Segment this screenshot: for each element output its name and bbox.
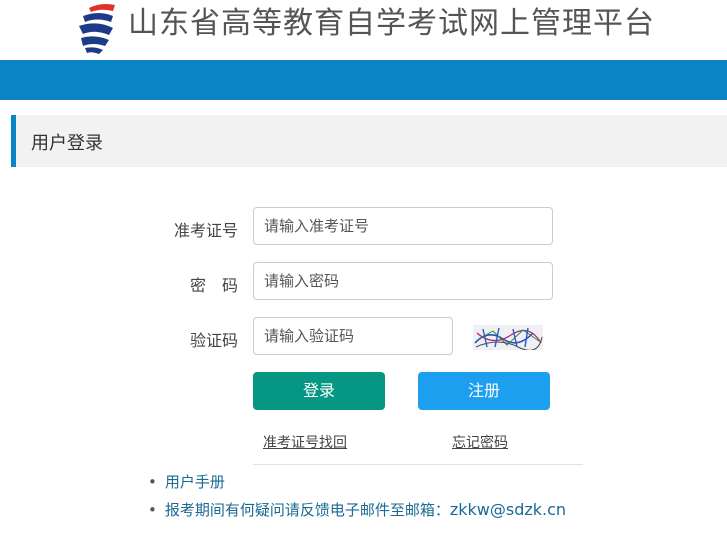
password-label: 密 码 [189, 276, 238, 295]
register-button[interactable]: 注册 [418, 372, 550, 410]
exam-no-label: 准考证号 [173, 221, 238, 240]
exam-no-input[interactable] [253, 207, 553, 245]
recover-exam-no-link[interactable]: 准考证号找回 [263, 432, 347, 452]
divider [253, 464, 583, 465]
feedback-text: 报考期间有何疑问请反馈电子邮件至邮箱： [164, 501, 450, 519]
list-item: • 用户手册 [148, 471, 225, 492]
bullet-icon: • [148, 473, 157, 491]
feedback-email[interactable]: zkkw@sdzk.cn [450, 500, 566, 519]
login-button[interactable]: 登录 [253, 372, 385, 410]
forgot-password-link[interactable]: 忘记密码 [452, 432, 508, 452]
password-input[interactable] [253, 262, 553, 300]
site-title: 山东省高等教育自学考试网上管理平台 [128, 6, 655, 41]
header-band [0, 60, 727, 100]
list-item: • 报考期间有何疑问请反馈电子邮件至邮箱：zkkw@sdzk.cn [148, 499, 566, 520]
bullet-icon: • [148, 501, 157, 519]
site-header: 山东省高等教育自学考试网上管理平台 [0, 0, 727, 60]
panel-title: 用户登录 [31, 133, 103, 154]
captcha-input[interactable] [253, 317, 453, 355]
panel-header: 用户登录 [11, 115, 727, 167]
sdzk-logo-icon [79, 4, 115, 54]
captcha-label: 验证码 [189, 331, 238, 350]
captcha-image[interactable] [473, 325, 543, 350]
user-manual-link[interactable]: 用户手册 [165, 473, 225, 491]
